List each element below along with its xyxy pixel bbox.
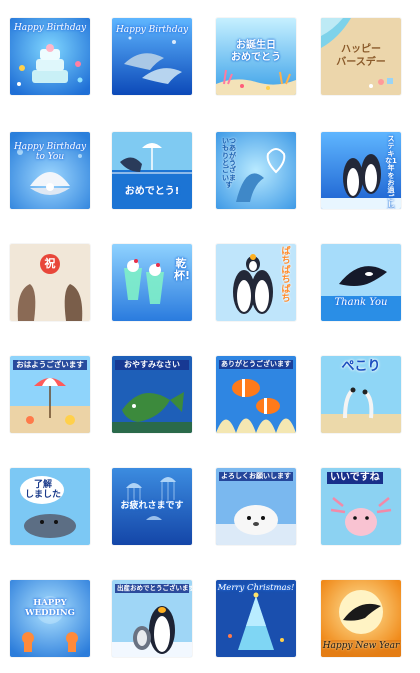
sticker-otsukare-jellyfish[interactable]: お疲れさまです [112, 468, 192, 545]
caption: お疲れさまです [120, 501, 184, 511]
caption: Happy Birthday to You [13, 142, 87, 163]
sticker-kanpai-cream-soda[interactable]: 乾杯! [112, 244, 192, 321]
sticker-happy-birthday-to-you-shell[interactable]: Happy Birthday to You [10, 132, 90, 209]
sticker-oyasumi-fish[interactable]: おやすみなさい [112, 356, 192, 433]
sticker-happy-birthday-cake[interactable]: Happy Birthday [10, 18, 90, 95]
caption: Happy Birthday [115, 25, 189, 35]
cream-soda-illustration [112, 244, 192, 321]
caption: いいですね [327, 472, 383, 484]
caption: 出産おめでとうございます [115, 584, 192, 593]
caption: Happy Birthday [13, 23, 87, 33]
caption: Happy New Year [322, 641, 400, 651]
caption: いつもありがとうございます [222, 137, 236, 190]
caption: Merry Christmas! [217, 583, 295, 593]
sticker-grid: Happy Birthday Happy Birthday お誕生日 おめでとう [0, 0, 420, 673]
sticker-iine-axolotl[interactable]: いいですね [321, 468, 401, 545]
sea-lions-illustration [10, 244, 90, 321]
sticker-yoroshiku-seal-pup[interactable]: よろしくお願いします [216, 468, 296, 545]
sticker-arigatou-clownfish[interactable]: ありがとうございます [216, 356, 296, 433]
caption: ぺこり [341, 359, 381, 374]
caption: ステキな1年をお過ごし下さい [385, 135, 397, 209]
wedding-divers-illustration [10, 580, 90, 657]
caption: おはようございます [13, 360, 87, 370]
sticker-shussan-penguins[interactable]: 出産おめでとうございます [112, 580, 192, 657]
sticker-penguins-thanks[interactable]: ステキな1年をお過ごし下さい [321, 132, 401, 209]
caption: おやすみなさい [115, 360, 189, 370]
caption: 乾杯! [174, 257, 191, 282]
sticker-pekori-eels[interactable]: ぺこり [321, 356, 401, 433]
sticker-pachi-pachi-penguins[interactable]: ぱちぱちぱち [216, 244, 296, 321]
sticker-happy-birthday-dolphins[interactable]: Happy Birthday [112, 18, 192, 95]
caption: おめでとう! [124, 186, 180, 197]
caption: 祝 [44, 257, 56, 270]
sticker-ohayou-beach[interactable]: おはようございます [10, 356, 90, 433]
sticker-happy-wedding[interactable]: HAPPY WEDDING [10, 580, 90, 657]
caption: よろしくお願いします [219, 472, 293, 481]
sticker-itsumo-arigatou-dolphin[interactable]: いつもありがとうございます [216, 132, 296, 209]
sticker-merry-christmas[interactable]: Merry Christmas! [216, 580, 296, 657]
caption: Thank You [334, 297, 388, 308]
sticker-thank-you-orca[interactable]: Thank You [321, 244, 401, 321]
sticker-otanjoubi-omedetou[interactable]: お誕生日 おめでとう [216, 18, 296, 95]
sticker-ryoukai-seal[interactable]: 了解 しました [10, 468, 90, 545]
sticker-happy-birthday-beach[interactable]: ハッピー バースデー [321, 18, 401, 95]
caption: お誕生日 おめでとう [231, 40, 281, 63]
caption: ぱちぱちぱち [281, 247, 291, 305]
sticker-happy-new-year[interactable]: Happy New Year [321, 580, 401, 657]
caption: 了解 しました [24, 480, 61, 501]
sticker-omedetou-whale[interactable]: おめでとう! [112, 132, 192, 209]
sticker-iwai-sea-lions[interactable]: 祝 [10, 244, 90, 321]
orca-illustration [321, 244, 401, 321]
whale-illustration [112, 132, 192, 209]
caption: HAPPY WEDDING [25, 598, 75, 619]
caption: ハッピー バースデー [336, 44, 386, 68]
caption: ありがとうございます [219, 360, 293, 369]
